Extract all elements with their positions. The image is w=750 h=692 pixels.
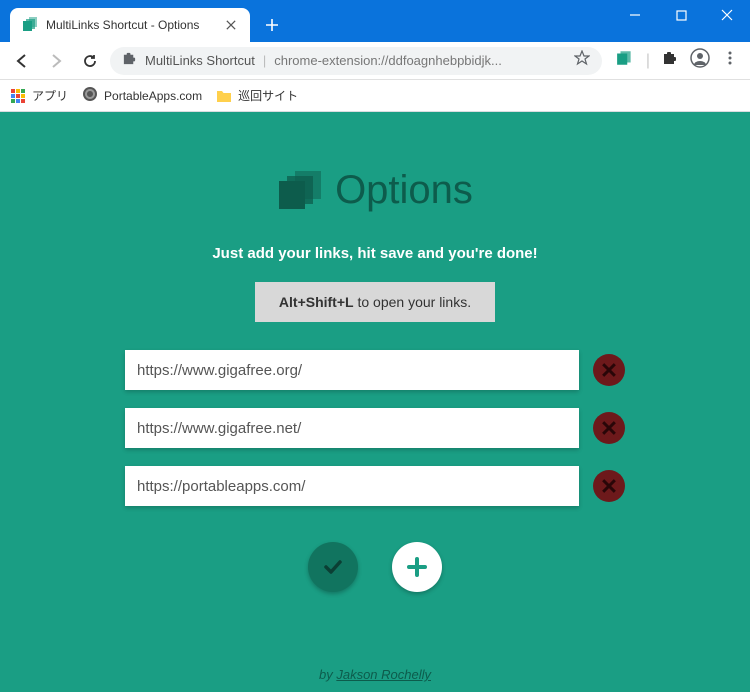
menu-icon[interactable] [722,50,738,71]
shortcut-rest: to open your links. [354,294,472,310]
bookmarks-bar: アプリ PortableApps.com 巡回サイト [0,80,750,112]
apps-label: アプリ [32,87,68,104]
folder-label: 巡回サイト [238,87,298,104]
portableapps-bookmark[interactable]: PortableApps.com [82,86,202,105]
browser-toolbar: MultiLinks Shortcut | chrome-extension:/… [0,42,750,80]
page-subtitle: Just add your links, hit save and you're… [0,245,750,262]
portableapps-label: PortableApps.com [104,89,202,103]
browser-tab[interactable]: MultiLinks Shortcut - Options [10,8,250,42]
multilinks-ext-icon[interactable] [616,49,634,72]
new-tab-button[interactable] [258,11,286,39]
page-title: Options [335,168,473,213]
maximize-button[interactable] [658,0,704,30]
credit-line: by Jakson Rochelly [0,667,750,682]
shortcut-hint: Alt+Shift+L to open your links. [255,282,495,322]
link-row [125,350,625,390]
credit-prefix: by [319,667,336,682]
window-titlebar: MultiLinks Shortcut - Options [0,0,750,42]
link-row [125,466,625,506]
delete-link-button[interactable] [593,412,625,444]
tab-close-icon[interactable] [224,18,238,32]
save-button[interactable] [308,542,358,592]
add-link-button[interactable] [392,542,442,592]
profile-icon[interactable] [690,48,710,73]
folder-icon [216,89,232,103]
minimize-button[interactable] [612,0,658,30]
page-heading: Options [0,168,750,213]
close-window-button[interactable] [704,0,750,30]
folder-bookmark[interactable]: 巡回サイト [216,87,298,104]
portableapps-icon [82,86,98,105]
links-list [0,350,750,506]
tab-favicon [22,17,38,33]
tab-title: MultiLinks Shortcut - Options [46,18,216,32]
action-buttons [0,542,750,592]
link-input[interactable] [125,350,579,390]
back-button[interactable] [8,47,36,75]
delete-link-button[interactable] [593,470,625,502]
window-controls [612,0,750,42]
omnibox-ext-name: MultiLinks Shortcut [145,53,255,68]
credit-link[interactable]: Jakson Rochelly [336,667,431,682]
delete-link-button[interactable] [593,354,625,386]
apps-bookmark[interactable]: アプリ [10,87,68,104]
address-bar[interactable]: MultiLinks Shortcut | chrome-extension:/… [110,47,602,75]
omnibox-text: MultiLinks Shortcut | chrome-extension:/… [145,53,502,68]
star-icon[interactable] [574,50,590,71]
options-logo-icon [277,171,321,211]
extensions-icon[interactable] [662,50,678,71]
apps-icon [10,88,26,104]
extension-icon [122,51,137,71]
forward-button[interactable] [42,47,70,75]
link-input[interactable] [125,466,579,506]
link-input[interactable] [125,408,579,448]
reload-button[interactable] [76,47,104,75]
options-page: Options Just add your links, hit save an… [0,112,750,692]
shortcut-key: Alt+Shift+L [279,294,354,310]
link-row [125,408,625,448]
omnibox-url: chrome-extension://ddfoagnhebpbidjk... [274,53,502,68]
